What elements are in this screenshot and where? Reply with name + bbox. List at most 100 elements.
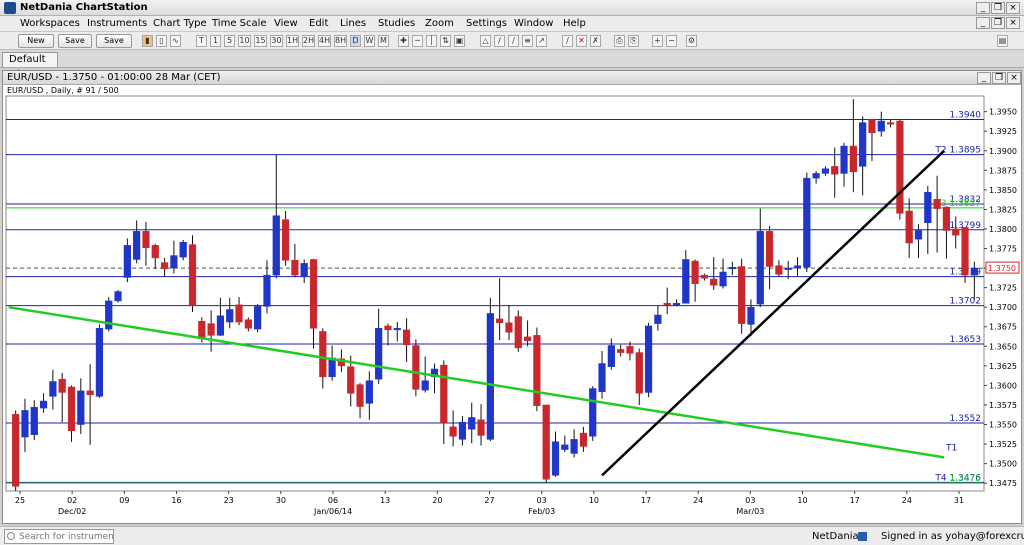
doc-close-icon[interactable]: × (1006, 17, 1020, 29)
copy-icon[interactable]: ⎘ (628, 35, 639, 47)
horizontal-line-icon[interactable]: ─ (412, 35, 423, 47)
menu-workspaces[interactable]: Workspaces (20, 18, 80, 29)
candle-body (468, 417, 476, 430)
menu-view[interactable]: View (274, 18, 298, 29)
timescale-1h[interactable]: 1H (286, 35, 299, 47)
settings-icon[interactable]: ⚙ (686, 35, 697, 47)
doc-restore-icon[interactable]: ❐ (991, 17, 1005, 29)
timescale-1m[interactable]: 1 (210, 35, 221, 47)
tab-default[interactable]: Default ✶ (2, 52, 58, 78)
zoom-out-icon[interactable]: − (666, 35, 677, 47)
candle-body (840, 145, 848, 174)
timescale-monthly[interactable]: M (378, 35, 389, 47)
chart-minimize-icon[interactable]: _ (977, 72, 991, 84)
cursor-icon[interactable]: ⇅ (440, 35, 451, 47)
menu-window[interactable]: Window (514, 18, 553, 29)
candle-body (319, 331, 327, 378)
level-label: 1.3653 (950, 335, 982, 345)
timescale-30m[interactable]: 30 (270, 35, 283, 47)
candle-body (477, 419, 485, 436)
timescale-daily[interactable]: D (350, 35, 361, 47)
close-icon[interactable]: × (1006, 2, 1020, 14)
menu-help[interactable]: Help (563, 18, 586, 29)
restore-icon[interactable]: ❐ (991, 2, 1005, 14)
timescale-tick[interactable]: T (196, 35, 207, 47)
arrow-tool-icon[interactable]: ↗ (536, 35, 547, 47)
status-text: NetDania Signed in as yohay@forexcrunch.… (812, 531, 1024, 542)
candle-body (123, 245, 131, 278)
timescale-15m[interactable]: 15 (254, 35, 267, 47)
candle-body (859, 122, 867, 167)
candle-body (458, 421, 467, 440)
timescale-2h[interactable]: 2H (302, 35, 315, 47)
line-chart-icon[interactable]: ∿ (170, 35, 181, 47)
candle-body (700, 274, 709, 279)
candle-body (831, 166, 839, 175)
candle-body (393, 328, 401, 331)
delete-drawing-icon[interactable]: ✕ (576, 35, 587, 47)
chart-restore-icon[interactable]: ❐ (992, 72, 1006, 84)
y-tick-label: 1.3700 (989, 303, 1017, 312)
new-button[interactable]: New (18, 34, 54, 48)
candle-body (896, 120, 904, 214)
draw-line-icon[interactable]: ∕ (562, 35, 573, 47)
bar-chart-icon[interactable]: ▯ (156, 35, 167, 47)
candle-body (719, 271, 727, 287)
candle-body (402, 329, 411, 345)
save-button[interactable]: Save (58, 34, 92, 48)
timescale-5m[interactable]: 5 (224, 35, 235, 47)
candle-body (291, 260, 299, 276)
x-tick-label: 16 (171, 496, 181, 505)
timescale-8h[interactable]: 8H (334, 35, 347, 47)
save-as-button[interactable]: Save as.. (96, 34, 132, 57)
price-chart[interactable]: EUR/USD , Daily, # 91 / 500 1.3940T2 1.3… (2, 84, 1020, 524)
x-tick-label: 17 (641, 496, 651, 505)
level-label: 1.3702 (950, 297, 982, 307)
crosshair-icon[interactable]: ✚ (398, 35, 409, 47)
zoom-area-icon[interactable]: ▣ (454, 35, 465, 47)
chart-window-title: EUR/USD - 1.3750 - 01:00:00 28 Mar (CET) (7, 72, 221, 83)
candle-body (160, 262, 169, 270)
menu-time-scale[interactable]: Time Scale (212, 18, 267, 29)
menu-lines[interactable]: Lines (340, 18, 366, 29)
chart-close-icon[interactable]: × (1007, 72, 1021, 84)
menu-edit[interactable]: Edit (309, 18, 328, 29)
app-titlebar: NetDania ChartStation _ ❐ × (0, 0, 1024, 16)
y-tick-label: 1.3800 (989, 225, 1017, 234)
timescale-weekly[interactable]: W (364, 35, 375, 47)
x-tick-label: 17 (850, 496, 860, 505)
channel-icon[interactable]: ∕ (508, 35, 519, 47)
instrument-search-input[interactable] (4, 529, 114, 544)
candle-body (868, 119, 876, 134)
x-tick-label: 10 (589, 496, 599, 505)
toolbar-options-icon[interactable]: ▤ (997, 35, 1008, 47)
candle-body (728, 267, 736, 270)
doc-minimize-icon[interactable]: _ (976, 17, 990, 29)
y-tick-label: 1.3500 (989, 460, 1017, 469)
candle-body (561, 444, 569, 450)
print-icon[interactable]: ⎙ (614, 35, 625, 47)
timescale-4h[interactable]: 4H (318, 35, 331, 47)
fibonacci-icon[interactable]: ≡ (522, 35, 533, 47)
vertical-line-icon[interactable]: │ (426, 35, 437, 47)
candlestick-chart-icon[interactable]: ▮ (142, 35, 153, 47)
bell-alert-icon[interactable]: △ (480, 35, 491, 47)
menu-instruments[interactable]: Instruments (87, 18, 147, 29)
candle-body (765, 231, 774, 267)
chart-window-titlebar: EUR/USD - 1.3750 - 01:00:00 28 Mar (CET)… (3, 71, 1021, 85)
menu-studies[interactable]: Studies (378, 18, 415, 29)
delete-all-icon[interactable]: ✗ (590, 35, 601, 47)
candle-body (375, 328, 383, 380)
zoom-in-icon[interactable]: + (652, 35, 663, 47)
menu-zoom[interactable]: Zoom (425, 18, 454, 29)
signed-in-label: Signed in as yohay@forexcrunch.com (881, 531, 1024, 542)
y-tick-label: 1.3850 (989, 186, 1017, 195)
timescale-10m[interactable]: 10 (238, 35, 251, 47)
trendline-icon[interactable]: ∕ (494, 35, 505, 47)
y-tick-label: 1.3475 (989, 479, 1017, 488)
candle-body (924, 191, 932, 223)
candle-body (254, 306, 262, 330)
menu-settings[interactable]: Settings (466, 18, 507, 29)
menu-chart-type[interactable]: Chart Type (153, 18, 207, 29)
minimize-icon[interactable]: _ (976, 2, 990, 14)
